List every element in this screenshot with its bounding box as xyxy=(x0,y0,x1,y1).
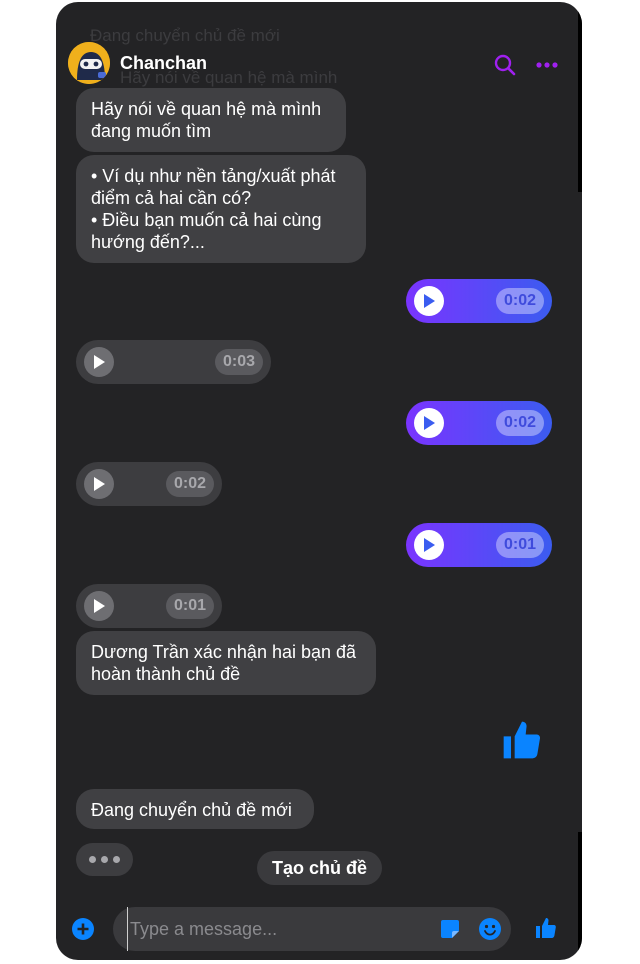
voice-message-outgoing[interactable]: 0:02 xyxy=(406,401,552,445)
voice-message-incoming[interactable]: 0:02 xyxy=(76,462,222,506)
create-topic-button[interactable]: Tạo chủ đề xyxy=(257,851,382,885)
plus-icon[interactable] xyxy=(72,918,94,945)
search-icon[interactable] xyxy=(491,51,519,79)
message-input[interactable] xyxy=(127,907,420,951)
voice-duration: 0:01 xyxy=(495,532,544,558)
incoming-message: Dương Trần xác nhận hai bạn đã hoàn thàn… xyxy=(76,631,376,695)
play-icon[interactable] xyxy=(414,530,444,560)
typing-dot xyxy=(113,856,120,863)
incoming-message: Đang chuyển chủ đề mới xyxy=(76,789,314,829)
avatar-ninja-icon xyxy=(68,42,110,84)
voice-message-incoming[interactable]: 0:01 xyxy=(76,584,222,628)
emoji-icon[interactable] xyxy=(479,918,501,945)
play-icon[interactable] xyxy=(84,347,114,377)
play-icon[interactable] xyxy=(414,408,444,438)
sticker-icon[interactable] xyxy=(439,918,461,945)
thumbs-up-icon xyxy=(500,718,544,767)
typing-indicator xyxy=(76,843,133,876)
voice-duration: 0:02 xyxy=(495,288,544,314)
chat-window: Đang chuyển chủ đề mới Hãy nói về quan h… xyxy=(56,2,582,960)
voice-message-outgoing[interactable]: 0:02 xyxy=(406,279,552,323)
play-icon[interactable] xyxy=(84,469,114,499)
play-icon[interactable] xyxy=(414,286,444,316)
voice-message-outgoing[interactable]: 0:01 xyxy=(406,523,552,567)
composer xyxy=(56,902,582,960)
message-input-box[interactable] xyxy=(113,907,511,951)
voice-duration: 0:03 xyxy=(214,349,263,375)
voice-duration: 0:02 xyxy=(495,410,544,436)
incoming-message: Hãy nói về quan hệ mà mình đang muốn tìm xyxy=(76,88,346,152)
voice-message-incoming[interactable]: 0:03 xyxy=(76,340,271,384)
voice-duration: 0:02 xyxy=(165,471,214,497)
more-icon[interactable] xyxy=(533,51,561,79)
contact-name[interactable]: Chanchan xyxy=(120,53,207,74)
typing-dot xyxy=(101,856,108,863)
play-icon[interactable] xyxy=(84,591,114,621)
voice-duration: 0:01 xyxy=(165,593,214,619)
typing-dot xyxy=(89,856,96,863)
chat-header: Chanchan xyxy=(56,2,582,92)
avatar[interactable] xyxy=(68,42,110,84)
thumbs-up-icon[interactable] xyxy=(534,916,558,945)
incoming-message: • Ví dụ như nền tảng/xuất phát điểm cả h… xyxy=(76,155,366,263)
